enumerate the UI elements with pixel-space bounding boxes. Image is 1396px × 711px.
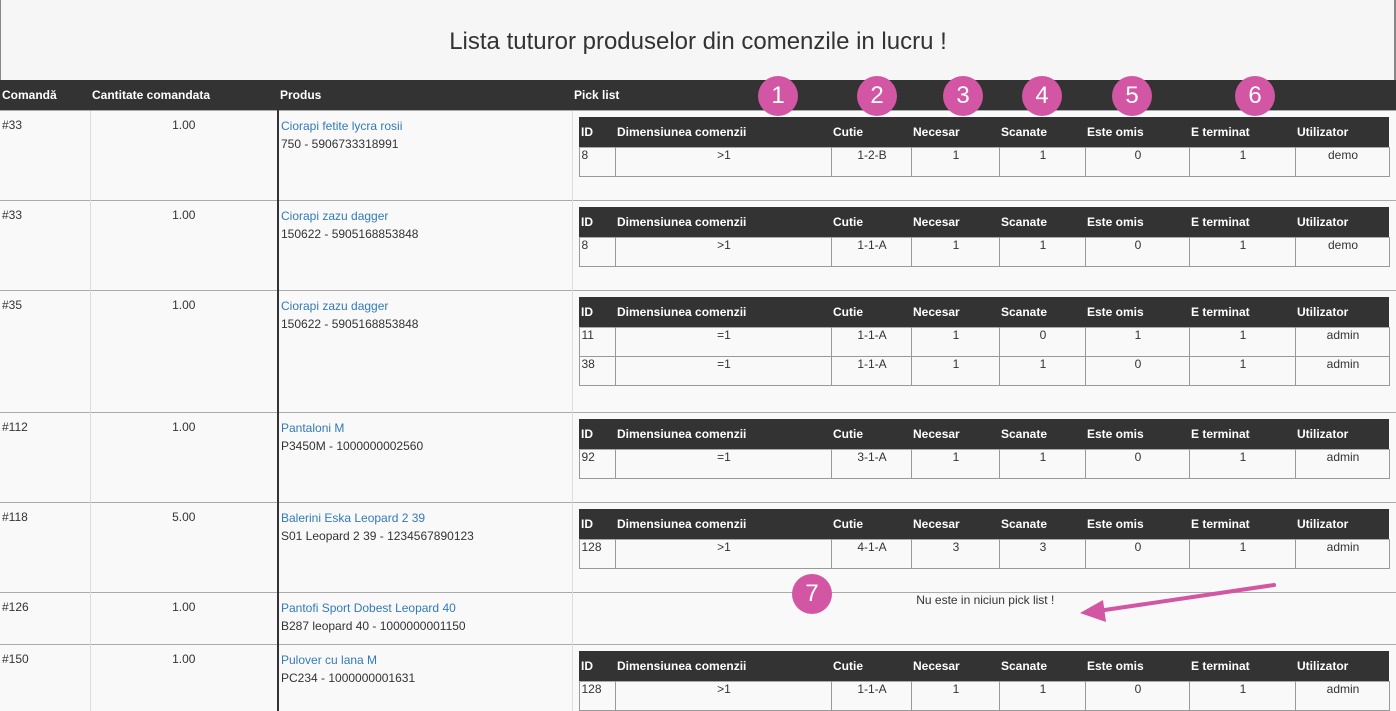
annotation-arrow (0, 0, 1396, 703)
annotation-marker-6: 6 (1235, 76, 1275, 116)
annotation-marker-4: 4 (1022, 76, 1062, 116)
annotation-marker-2: 2 (857, 76, 897, 116)
annotation-marker-3: 3 (943, 76, 983, 116)
annotation-marker-5: 5 (1112, 76, 1152, 116)
annotation-marker-7: 7 (792, 574, 832, 614)
annotation-marker-1: 1 (758, 76, 798, 116)
